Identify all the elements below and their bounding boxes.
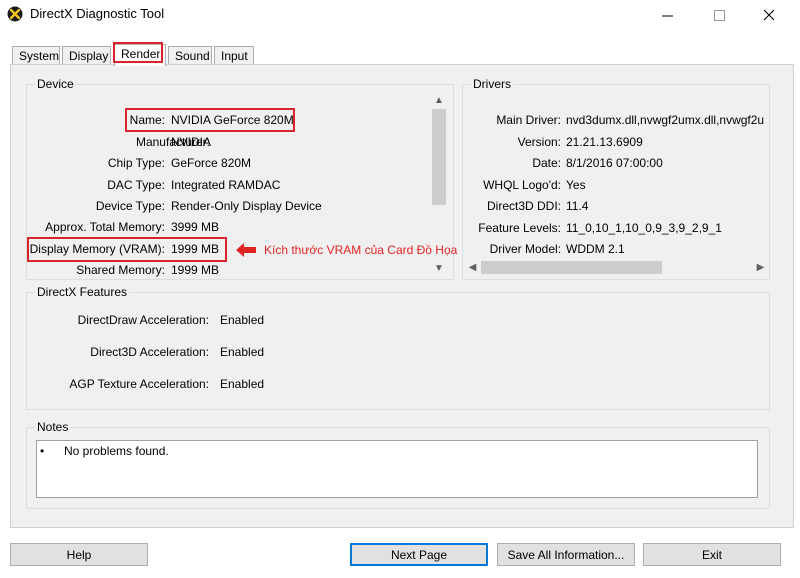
- device-label-device-type: Device Type:: [95, 199, 165, 213]
- scroll-left-icon[interactable]: ◀: [464, 259, 481, 276]
- device-label-dac-type: DAC Type:: [107, 178, 165, 192]
- notes-bullet: •: [40, 444, 45, 458]
- device-value-device-type: Render-Only Display Device: [171, 199, 322, 213]
- device-label-chip-type: Chip Type:: [107, 156, 165, 170]
- render-tab-highlight: [113, 42, 163, 63]
- driver-value-main-driver: nvd3dumx.dll,nvwgf2umx.dll,nvwgf2u: [566, 113, 765, 127]
- features-group-title: DirectX Features: [35, 285, 130, 299]
- tab-system[interactable]: System: [12, 46, 60, 65]
- next-page-button[interactable]: Next Page: [350, 543, 488, 566]
- device-scroll-thumb[interactable]: [432, 109, 446, 205]
- feature-value-direct3d: Enabled: [220, 345, 265, 359]
- notes-text-area[interactable]: • No problems found.: [36, 440, 758, 498]
- maximize-button[interactable]: [696, 0, 742, 30]
- name-highlight: [125, 108, 295, 132]
- save-all-information-button[interactable]: Save All Information...: [497, 543, 635, 566]
- maximize-icon: [713, 9, 725, 21]
- scroll-right-icon[interactable]: ▶: [752, 259, 769, 276]
- device-value-total-memory: 3999 MB: [171, 220, 220, 234]
- scroll-up-icon[interactable]: ▲: [430, 91, 448, 109]
- notes-text: No problems found.: [64, 444, 169, 458]
- driver-value-driver-model: WDDM 2.1: [566, 242, 625, 256]
- device-row-manufacturer: Manufacturer: NVIDIA: [28, 135, 428, 151]
- device-row-shared-memory: Shared Memory: 1999 MB: [28, 263, 428, 279]
- driver-label-version: Version:: [517, 135, 561, 149]
- driver-row-whql: WHQL Logo'd: Yes: [466, 178, 769, 194]
- driver-value-version: 21.21.13.6909: [566, 135, 643, 149]
- drivers-group-title: Drivers: [471, 77, 513, 91]
- device-row-dac-type: DAC Type: Integrated RAMDAC: [28, 178, 428, 194]
- driver-row-main-driver: Main Driver: nvd3dumx.dll,nvwgf2umx.dll,…: [466, 113, 769, 129]
- scroll-down-icon[interactable]: ▼: [430, 259, 448, 277]
- feature-value-agp: Enabled: [220, 377, 265, 391]
- exit-button[interactable]: Exit: [643, 543, 781, 566]
- vram-annotation-text: Kích thước VRAM của Card Đồ Họa: [264, 243, 458, 257]
- feature-row-direct3d: Direct3D Acceleration: Enabled: [28, 345, 428, 361]
- driver-row-ddi: Direct3D DDI: 11.4: [466, 199, 769, 215]
- device-row-total-memory: Approx. Total Memory: 3999 MB: [28, 220, 428, 236]
- device-group-title: Device: [35, 77, 76, 91]
- feature-label-directdraw: DirectDraw Acceleration:: [77, 313, 209, 327]
- feature-value-directdraw: Enabled: [220, 313, 265, 327]
- driver-label-feature-levels: Feature Levels:: [478, 221, 561, 235]
- window-title: DirectX Diagnostic Tool: [30, 6, 165, 21]
- feature-row-agp: AGP Texture Acceleration: Enabled: [28, 377, 428, 393]
- device-value-dac-type: Integrated RAMDAC: [171, 178, 281, 192]
- driver-label-date: Date:: [532, 156, 561, 170]
- close-button[interactable]: [746, 0, 792, 30]
- driver-row-date: Date: 8/1/2016 07:00:00: [466, 156, 769, 172]
- help-button[interactable]: Help: [10, 543, 148, 566]
- driver-label-main-driver: Main Driver:: [496, 113, 561, 127]
- device-row-chip-type: Chip Type: GeForce 820M: [28, 156, 428, 172]
- device-value-shared-memory: 1999 MB: [171, 263, 220, 277]
- driver-value-whql: Yes: [566, 178, 586, 192]
- driver-row-version: Version: 21.21.13.6909: [466, 135, 769, 151]
- tab-sound[interactable]: Sound: [168, 46, 212, 65]
- vram-highlight: [27, 237, 227, 262]
- minimize-icon: [661, 15, 673, 16]
- device-row-device-type: Device Type: Render-Only Display Device: [28, 199, 428, 215]
- driver-label-ddi: Direct3D DDI:: [486, 199, 561, 213]
- feature-row-directdraw: DirectDraw Acceleration: Enabled: [28, 313, 428, 329]
- device-label-shared-memory: Shared Memory:: [76, 263, 165, 277]
- drivers-content: Main Driver: nvd3dumx.dll,nvwgf2umx.dll,…: [466, 112, 769, 258]
- close-icon: [763, 9, 775, 21]
- feature-label-direct3d: Direct3D Acceleration:: [90, 345, 209, 359]
- drivers-scroll-thumb[interactable]: [481, 261, 662, 274]
- tab-display[interactable]: Display: [62, 46, 111, 65]
- driver-value-ddi: 11.4: [566, 199, 589, 213]
- driver-value-feature-levels: 11_0,10_1,10_0,9_3,9_2,9_1: [566, 221, 722, 235]
- device-label-total-memory: Approx. Total Memory:: [45, 220, 165, 234]
- driver-value-date: 8/1/2016 07:00:00: [566, 156, 663, 170]
- driver-row-feature-levels: Feature Levels: 11_0,10_1,10_0,9_3,9_2,9…: [466, 221, 769, 237]
- notes-group-title: Notes: [35, 420, 71, 434]
- arrow-left-icon: [236, 243, 256, 257]
- driver-row-driver-model: Driver Model: WDDM 2.1: [466, 242, 769, 258]
- title-bar: DirectX Diagnostic Tool: [0, 0, 800, 30]
- drivers-scrollbar[interactable]: ◀ ▶: [464, 259, 769, 276]
- directx-icon: [7, 6, 23, 22]
- device-value-chip-type: GeForce 820M: [171, 156, 252, 170]
- device-value-manufacturer: NVIDIA: [171, 135, 212, 149]
- tab-input[interactable]: Input: [214, 46, 254, 65]
- driver-label-driver-model: Driver Model:: [489, 242, 561, 256]
- feature-label-agp: AGP Texture Acceleration:: [69, 377, 209, 391]
- minimize-button[interactable]: [644, 0, 690, 30]
- driver-label-whql: WHQL Logo'd:: [483, 178, 561, 192]
